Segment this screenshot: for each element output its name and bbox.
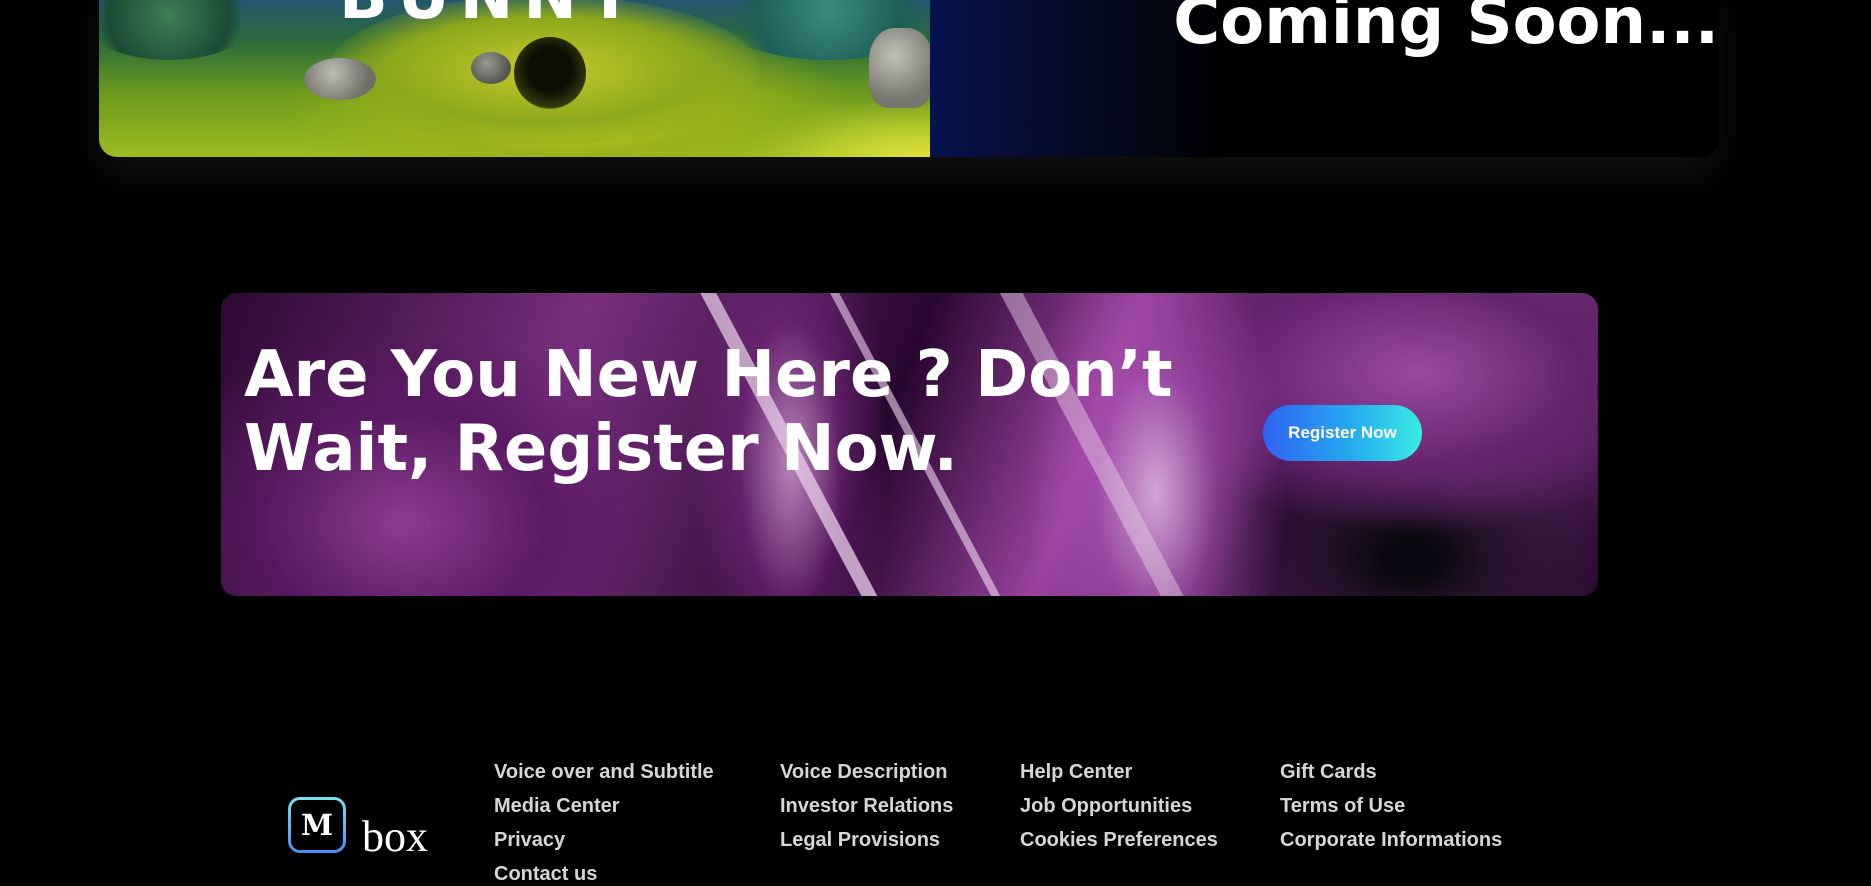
footer-link-terms-of-use[interactable]: Terms of Use xyxy=(1280,792,1502,821)
register-now-button[interactable]: Register Now xyxy=(1263,405,1422,461)
footer-link-job-opportunities[interactable]: Job Opportunities xyxy=(1020,792,1218,821)
logo-mark-icon: M xyxy=(288,797,346,853)
footer-link-legal-provisions[interactable]: Legal Provisions xyxy=(780,826,953,855)
footer-link-investor-relations[interactable]: Investor Relations xyxy=(780,792,953,821)
logo-mark-letter: M xyxy=(291,800,343,850)
footer-link-cookies-preferences[interactable]: Cookies Preferences xyxy=(1020,826,1218,855)
footer-link-contact-us[interactable]: Contact us xyxy=(494,860,714,886)
footer-column-4: Gift Cards Terms of Use Corporate Inform… xyxy=(1280,758,1502,855)
footer-link-voice-over-subtitle[interactable]: Voice over and Subtitle xyxy=(494,758,714,787)
footer-column-2: Voice Description Investor Relations Leg… xyxy=(780,758,953,855)
footer-link-media-center[interactable]: Media Center xyxy=(494,792,714,821)
register-heading: Are You New Here ? Don’t Wait, Register … xyxy=(244,338,1173,486)
movie-poster-image: BUNNY xyxy=(99,0,949,157)
logo-wordmark: box xyxy=(362,812,428,861)
footer-column-3: Help Center Job Opportunities Cookies Pr… xyxy=(1020,758,1218,855)
movie-title-logo: BUNNY xyxy=(339,0,643,34)
page: BUNNY Coming Soon... Are You New Here ? … xyxy=(0,0,1871,886)
register-banner: Are You New Here ? Don’t Wait, Register … xyxy=(221,293,1598,596)
footer-link-corporate-informations[interactable]: Corporate Informations xyxy=(1280,826,1502,855)
footer-link-privacy[interactable]: Privacy xyxy=(494,826,714,855)
footer-link-voice-description[interactable]: Voice Description xyxy=(780,758,953,787)
featured-movie-card[interactable]: BUNNY Coming Soon... xyxy=(99,0,1719,157)
footer-link-gift-cards[interactable]: Gift Cards xyxy=(1280,758,1502,787)
footer-link-help-center[interactable]: Help Center xyxy=(1020,758,1218,787)
coming-soon-heading: Coming Soon... xyxy=(1173,0,1719,59)
footer-logo[interactable]: M box xyxy=(288,797,428,859)
footer-column-1: Voice over and Subtitle Media Center Pri… xyxy=(494,758,714,886)
